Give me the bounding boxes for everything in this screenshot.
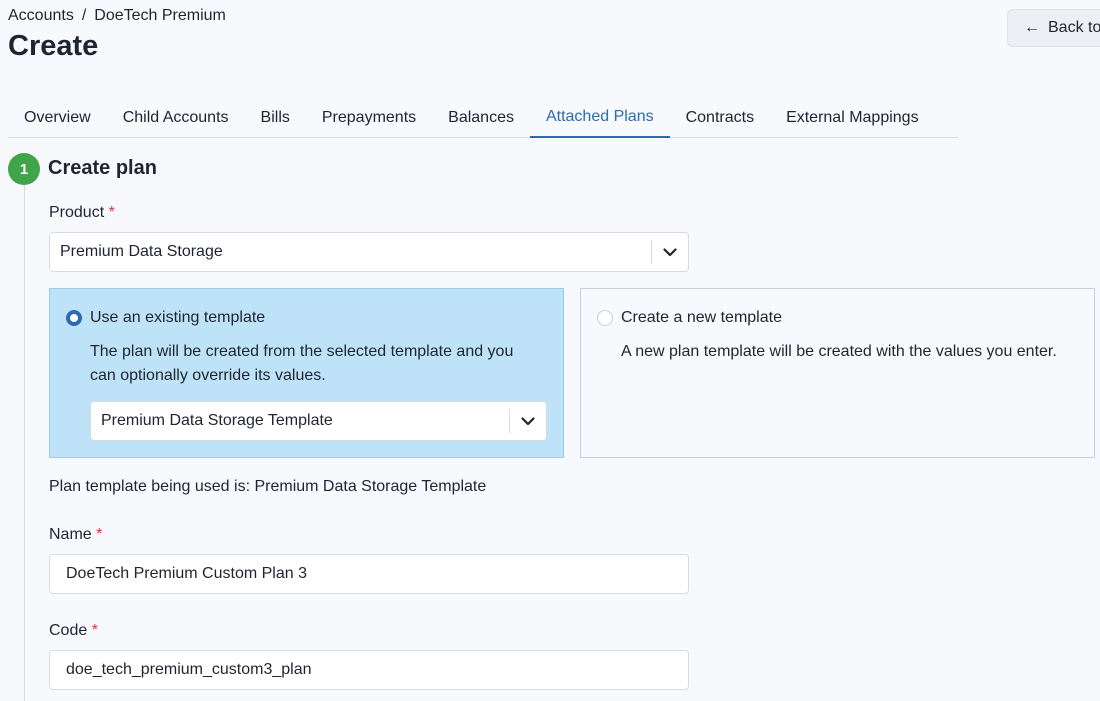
- existing-template-description-line2: can optionally override its values.: [90, 367, 326, 384]
- template-select-value: Premium Data Storage Template: [101, 412, 333, 429]
- back-button[interactable]: ← Back to: [1007, 9, 1100, 47]
- back-button-label: Back to: [1048, 19, 1100, 36]
- existing-template-title: Use an existing template: [90, 309, 266, 326]
- name-label-text: Name: [49, 526, 92, 543]
- product-select[interactable]: Premium Data Storage: [49, 232, 689, 272]
- product-label-text: Product: [49, 204, 105, 221]
- tab-contracts[interactable]: Contracts: [670, 98, 770, 138]
- template-info-text: Plan template being used is: Premium Dat…: [49, 478, 487, 495]
- product-select-value: Premium Data Storage: [60, 243, 223, 260]
- step-number-badge: 1: [8, 153, 40, 185]
- new-template-title: Create a new template: [621, 309, 782, 326]
- tab-balances[interactable]: Balances: [432, 98, 530, 138]
- code-label: Code *: [49, 622, 98, 640]
- code-input[interactable]: [49, 650, 689, 690]
- breadcrumb-accounts-link[interactable]: Accounts: [8, 7, 74, 25]
- tab-bar: Overview Child Accounts Bills Prepayment…: [8, 98, 958, 138]
- new-template-radio[interactable]: [597, 310, 613, 326]
- name-input[interactable]: [49, 554, 689, 594]
- chevron-down-icon[interactable]: [652, 233, 688, 271]
- existing-template-option[interactable]: Use an existing template The plan will b…: [49, 288, 564, 458]
- existing-template-radio[interactable]: [66, 310, 82, 326]
- required-marker: *: [108, 204, 115, 221]
- tab-child-accounts[interactable]: Child Accounts: [107, 98, 245, 138]
- existing-template-description-line1: The plan will be created from the select…: [90, 343, 514, 360]
- code-label-text: Code: [49, 622, 88, 639]
- breadcrumb-separator: /: [81, 7, 87, 24]
- name-label: Name *: [49, 526, 102, 544]
- tab-bills[interactable]: Bills: [245, 98, 306, 138]
- required-marker: *: [91, 622, 98, 639]
- new-template-option[interactable]: Create a new template A new plan templat…: [580, 288, 1095, 458]
- tab-prepayments[interactable]: Prepayments: [306, 98, 432, 138]
- step-title: Create plan: [48, 157, 157, 179]
- tab-attached-plans[interactable]: Attached Plans: [529, 98, 670, 138]
- tab-external-mappings[interactable]: External Mappings: [770, 98, 935, 138]
- step-connector-line: [24, 185, 25, 701]
- breadcrumb: Accounts / DoeTech Premium: [8, 7, 226, 25]
- required-marker: *: [96, 526, 103, 543]
- page-title: Create: [8, 30, 99, 62]
- product-label: Product *: [49, 204, 115, 222]
- tab-overview[interactable]: Overview: [8, 98, 107, 138]
- existing-template-description: The plan will be created from the select…: [90, 340, 513, 388]
- arrow-left-icon: ←: [1024, 19, 1040, 36]
- chevron-down-icon[interactable]: [510, 402, 546, 440]
- breadcrumb-current: DoeTech Premium: [94, 7, 226, 24]
- new-template-description: A new plan template will be created with…: [621, 343, 1057, 360]
- template-select[interactable]: Premium Data Storage Template: [90, 401, 547, 441]
